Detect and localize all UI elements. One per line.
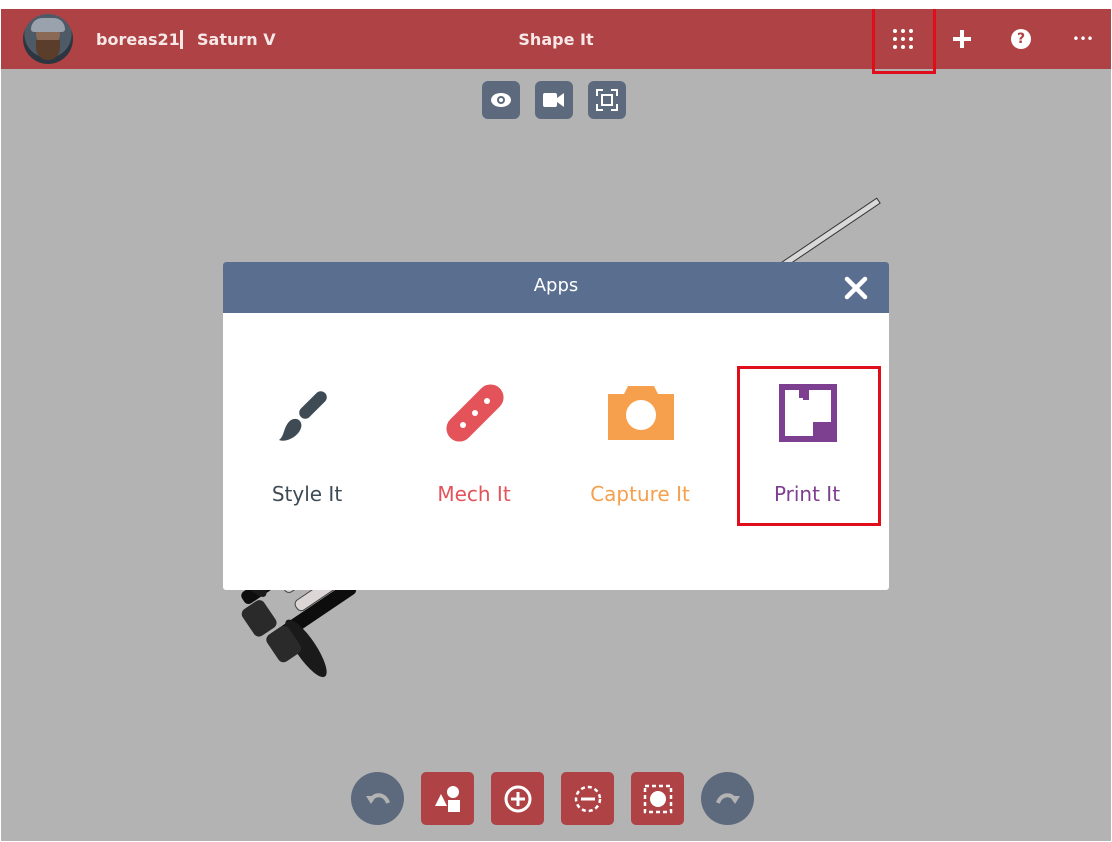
print-box-icon [779, 384, 837, 442]
bottom-toolbar [351, 772, 754, 825]
more-button[interactable]: ••• [1067, 23, 1099, 55]
modal-header: Apps [223, 262, 889, 313]
app-print-it[interactable]: Print It [732, 382, 882, 522]
hole-icon [574, 785, 601, 812]
visibility-button[interactable] [482, 81, 520, 119]
username[interactable]: boreas21 [96, 30, 180, 49]
app-capture-it[interactable]: Capture It [565, 382, 715, 522]
apps-modal: Apps Style It Mech It Capture It Print I… [223, 262, 889, 590]
help-button[interactable]: ? [1005, 23, 1037, 55]
modal-title: Apps [533, 275, 579, 296]
title-separator [180, 30, 183, 49]
app-label: Capture It [590, 482, 690, 506]
paintbrush-icon [279, 391, 327, 441]
add-button[interactable] [946, 23, 978, 55]
app-label: Style It [271, 482, 343, 506]
close-icon[interactable] [843, 275, 869, 301]
app-label: Print It [773, 482, 841, 506]
redo-icon [715, 792, 740, 804]
project-name[interactable]: Saturn V [197, 30, 276, 49]
fit-view-icon [596, 89, 618, 111]
shapes-button[interactable] [421, 772, 474, 825]
solid-icon [643, 784, 672, 813]
app-style-it[interactable]: Style It [232, 382, 382, 522]
more-horizontal-icon: ••• [1072, 32, 1094, 46]
solid-button[interactable] [631, 772, 684, 825]
undo-icon [365, 792, 390, 804]
undo-button[interactable] [351, 772, 404, 825]
mech-link-icon [446, 384, 504, 442]
plus-icon [953, 30, 971, 48]
eye-icon [491, 93, 511, 107]
apps-grid-button[interactable] [887, 23, 919, 55]
user-avatar[interactable] [23, 14, 73, 64]
redo-button[interactable] [701, 772, 754, 825]
help-icon: ? [1011, 29, 1031, 49]
add-shape-button[interactable] [491, 772, 544, 825]
app-frame: boreas21 Saturn V Shape It ? ••• Apps St… [1, 9, 1111, 841]
app-mech-it[interactable]: Mech It [399, 382, 549, 522]
app-label: Mech It [437, 482, 511, 506]
camera-icon [608, 386, 674, 440]
view-toolbar [482, 81, 626, 119]
top-bar: boreas21 Saturn V Shape It ? ••• [1, 9, 1111, 69]
shapes-icon [434, 785, 460, 812]
camera-video-icon [543, 93, 564, 107]
camera-view-button[interactable] [535, 81, 573, 119]
apps-grid-icon [893, 29, 913, 49]
hole-button[interactable] [561, 772, 614, 825]
add-shape-icon [504, 785, 531, 812]
fit-view-button[interactable] [588, 81, 626, 119]
